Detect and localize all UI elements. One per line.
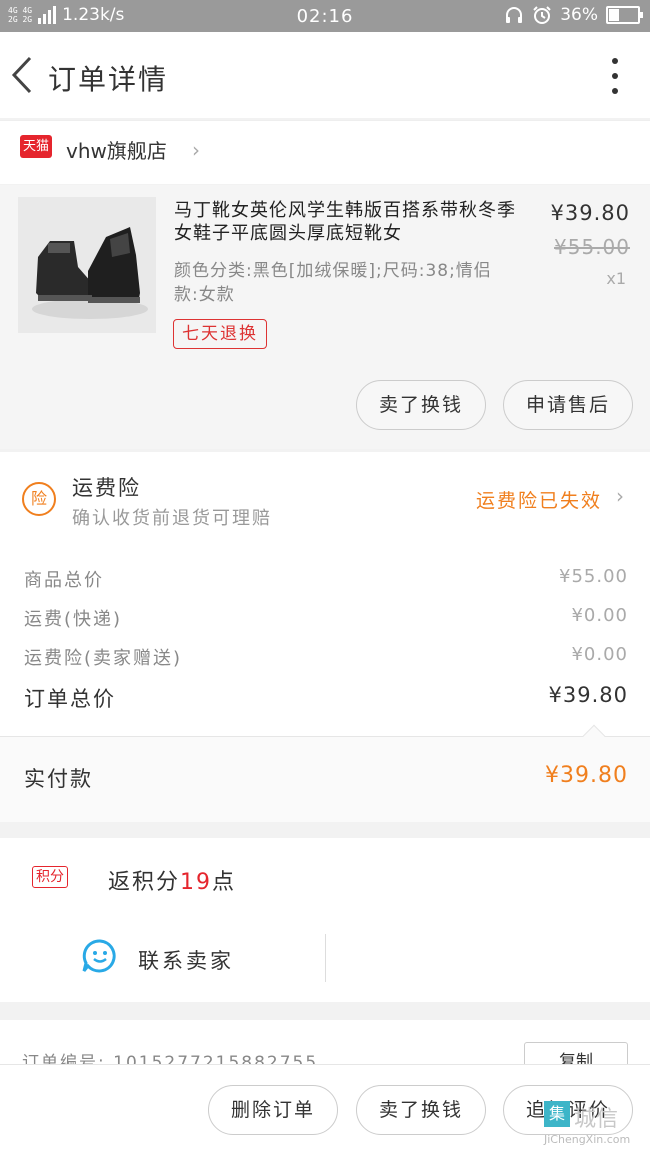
watermark: 集 城信 JiChengXin.com <box>544 1101 644 1149</box>
page-title: 订单详情 <box>48 63 169 96</box>
after-sales-button[interactable]: 申请售后 <box>503 380 633 430</box>
chevron-right-icon: › <box>616 484 624 508</box>
product-card[interactable]: 马丁靴女英伦风学生韩版百搭系带秋冬季女鞋子平底圆头厚底短靴女 颜色分类:黑色[加… <box>0 185 650 449</box>
chat-bubble-icon[interactable] <box>82 938 118 974</box>
tmall-logo: 天猫 <box>20 135 52 158</box>
summary-value: ¥55.00 <box>559 566 628 587</box>
summary-row: 运费险(卖家赠送) ¥0.00 <box>24 644 628 674</box>
product-attributes: 颜色分类:黑色[加绒保暖];尺码:38;情侣款:女款 <box>174 261 492 305</box>
more-options-icon[interactable] <box>610 58 620 94</box>
points-amount: 19 <box>180 870 213 895</box>
order-total-label: 订单总价 <box>24 687 116 711</box>
chevron-right-icon: › <box>192 138 200 162</box>
delete-order-button[interactable]: 删除订单 <box>208 1085 338 1135</box>
actual-payment-row: 实付款 ¥39.80 <box>0 724 650 822</box>
shop-name: vhw旗舰店 <box>66 139 167 163</box>
watermark-text: 城信 <box>574 1107 619 1132</box>
summary-value: ¥0.00 <box>571 605 628 626</box>
watermark-logo: 集 <box>544 1101 570 1127</box>
contact-seller-button[interactable]: 联系卖家 <box>138 945 234 975</box>
points-badge: 积分 <box>32 866 68 888</box>
summary-row: 运费(快递) ¥0.00 <box>24 605 628 635</box>
summary-label: 商品总价 <box>24 570 104 591</box>
summary-value: ¥0.00 <box>571 644 628 665</box>
status-bar: 4G 4G 2G 2G 1.23k/s 02:16 36% <box>0 0 650 32</box>
watermark-url: JiChengXin.com <box>544 1133 631 1146</box>
alarm-icon <box>533 6 551 24</box>
points-contact-section: 积分 返积分19点 联系卖家 <box>0 838 650 1002</box>
summary-row: 商品总价 ¥55.00 <box>24 566 628 596</box>
sell-button[interactable]: 卖了换钱 <box>356 1085 486 1135</box>
shop-row[interactable]: 天猫 vhw旗舰店 › <box>0 120 650 184</box>
sell-item-button[interactable]: 卖了换钱 <box>356 380 486 430</box>
quantity: x1 <box>606 269 626 288</box>
headphones-icon <box>506 7 523 23</box>
status-right: 36% <box>504 5 643 25</box>
insurance-subtitle: 确认收货前退货可理赔 <box>72 508 272 529</box>
battery-icon <box>606 6 643 24</box>
divider <box>325 934 326 982</box>
insurance-status: 运费险已失效 <box>475 490 602 512</box>
points-text: 返积分19点 <box>108 870 237 895</box>
original-price: ¥55.00 <box>554 235 630 259</box>
price-summary: 商品总价 ¥55.00 运费(快递) ¥0.00 运费险(卖家赠送) ¥0.00… <box>0 544 650 736</box>
back-arrow-icon[interactable] <box>8 54 36 96</box>
payment-label: 实付款 <box>24 767 93 791</box>
product-price: ¥39.80 <box>550 201 630 225</box>
shipping-insurance-row[interactable]: 险 运费险 确认收货前退货可理赔 运费险已失效 › <box>0 452 650 544</box>
product-title[interactable]: 马丁靴女英伦风学生韩版百搭系带秋冬季女鞋子平底圆头厚底短靴女 <box>174 199 529 245</box>
summary-label: 运费(快递) <box>24 609 123 630</box>
insurance-title: 运费险 <box>72 476 141 500</box>
nav-header: 订单详情 <box>0 32 650 118</box>
order-total-row: 订单总价 ¥39.80 <box>24 683 628 713</box>
payment-value: ¥39.80 <box>545 763 628 788</box>
service-badge: 七天退换 <box>173 319 267 349</box>
product-image[interactable] <box>18 197 156 333</box>
order-total-value: ¥39.80 <box>548 683 628 707</box>
summary-label: 运费险(卖家赠送) <box>24 648 183 669</box>
insurance-icon: 险 <box>22 482 56 516</box>
battery-percent: 36% <box>560 5 598 25</box>
